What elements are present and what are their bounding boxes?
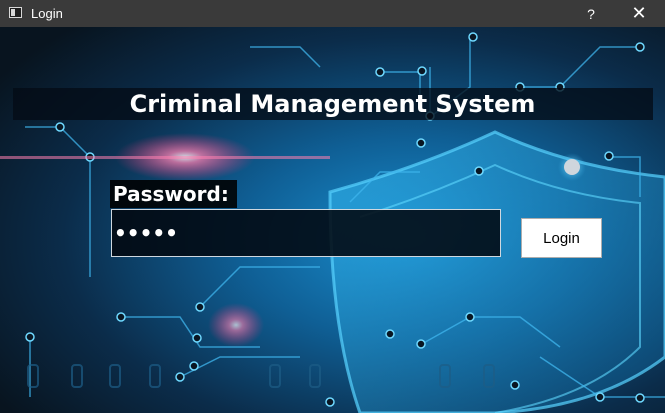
login-button[interactable]: Login <box>521 218 602 258</box>
password-field[interactable]: ••••• <box>111 209 501 257</box>
password-label: Password: <box>110 180 237 208</box>
page-title: Criminal Management System <box>129 90 536 118</box>
window-title: Login <box>31 6 63 21</box>
title-bar: Login ? ✕ <box>0 0 665 27</box>
window-icon <box>9 7 22 18</box>
close-button[interactable]: ✕ <box>616 0 662 27</box>
help-button[interactable]: ? <box>573 0 609 27</box>
